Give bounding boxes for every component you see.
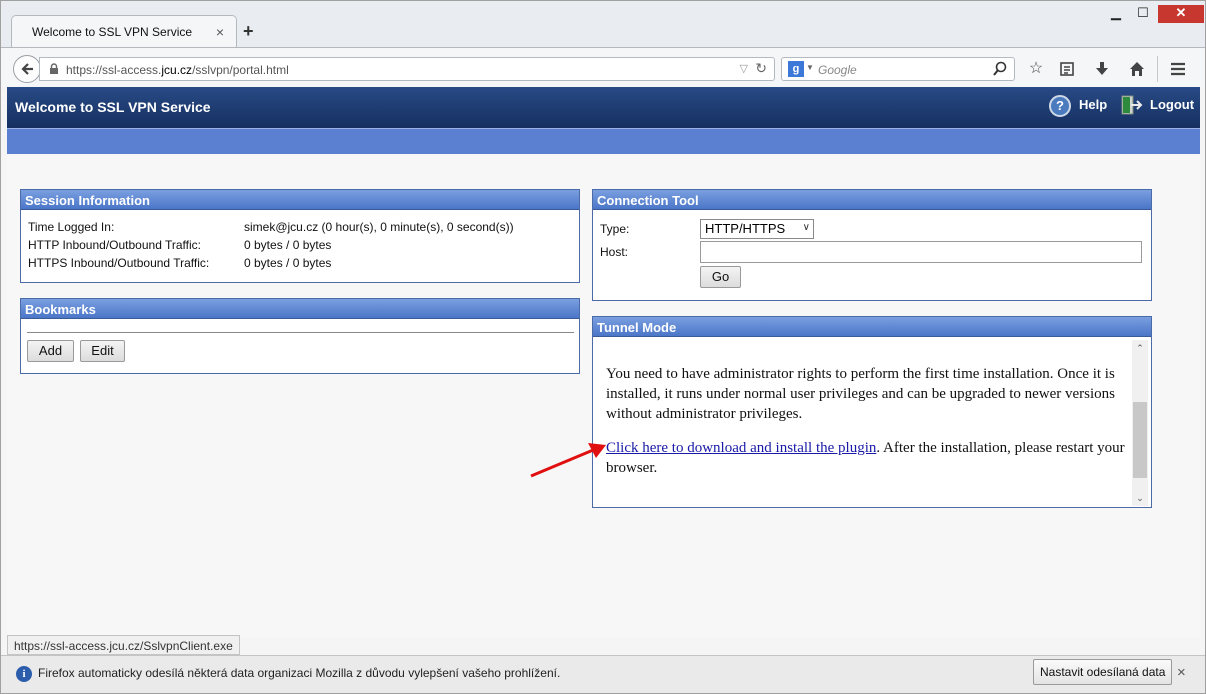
connection-tool-panel: Connection Tool Type: HTTP/HTTPS ∨ Host:…: [592, 189, 1152, 301]
help-icon[interactable]: ?: [1049, 95, 1071, 117]
search-bar[interactable]: g ▼ Google: [781, 57, 1015, 81]
session-label: HTTP Inbound/Outbound Traffic:: [28, 238, 201, 252]
reading-list-icon[interactable]: [1056, 58, 1078, 80]
host-label: Host:: [600, 245, 629, 259]
notification-bar: i Firefox automaticky odesílá některá da…: [1, 655, 1205, 693]
tab-bar: Welcome to SSL VPN Service × + ▁ ☐ ✕: [1, 1, 1205, 48]
reload-icon[interactable]: ↻: [755, 60, 767, 77]
go-button[interactable]: Go: [700, 266, 741, 288]
data-settings-button[interactable]: Nastavit odesílaná data: [1033, 659, 1173, 685]
search-placeholder: Google: [818, 63, 857, 77]
search-icon[interactable]: [992, 61, 1008, 77]
notification-close-icon[interactable]: ×: [1177, 664, 1186, 681]
back-arrow-icon[interactable]: [13, 55, 41, 83]
type-label: Type:: [600, 222, 630, 236]
maximize-icon[interactable]: ☐: [1129, 5, 1157, 23]
page-title: Welcome to SSL VPN Service: [15, 99, 211, 115]
bookmarks-heading: Bookmarks: [21, 299, 579, 319]
session-info-panel: Session Information Time Logged In: sime…: [20, 189, 580, 283]
tunnel-mode-panel: Tunnel Mode ▔ ▔▔▔▔▔▔ You need to have ad…: [592, 316, 1152, 508]
bookmark-star-icon[interactable]: ☆: [1025, 58, 1047, 80]
url-dropdown-icon[interactable]: ▽: [740, 62, 748, 75]
session-value: 0 bytes / 0 bytes: [244, 256, 332, 270]
session-label: Time Logged In:: [28, 220, 115, 234]
scrollbar-thumb[interactable]: [1133, 402, 1147, 478]
download-icon[interactable]: [1091, 58, 1113, 80]
download-plugin-link[interactable]: Click here to download and install the p…: [606, 440, 876, 456]
tunnel-download-paragraph: Click here to download and install the p…: [606, 438, 1126, 478]
logout-icon[interactable]: [1119, 93, 1143, 117]
edit-bookmark-button[interactable]: Edit: [80, 340, 125, 362]
navigation-bar: https://ssl-access.jcu.cz/sslvpn/portal.…: [1, 47, 1205, 87]
scroll-up-icon[interactable]: ⌃: [1132, 340, 1148, 356]
app-subheader-strip: [7, 128, 1200, 154]
notification-text: Firefox automaticky odesílá některá data…: [38, 666, 561, 680]
tab-active[interactable]: Welcome to SSL VPN Service ×: [11, 15, 237, 48]
type-select[interactable]: HTTP/HTTPS ∨: [700, 219, 814, 239]
menu-icon[interactable]: [1167, 58, 1189, 80]
status-bar-link: https://ssl-access.jcu.cz/SslvpnClient.e…: [7, 635, 240, 655]
bookmarks-divider: [27, 332, 574, 333]
tab-title: Welcome to SSL VPN Service: [32, 25, 193, 39]
session-value: simek@jcu.cz (0 hour(s), 0 minute(s), 0 …: [244, 220, 514, 234]
logout-link[interactable]: Logout: [1150, 97, 1194, 112]
session-value: 0 bytes / 0 bytes: [244, 238, 332, 252]
scroll-down-icon[interactable]: ⌄: [1132, 490, 1148, 506]
engine-dropdown-icon[interactable]: ▼: [806, 63, 814, 72]
red-arrow-annotation: [530, 443, 606, 478]
clipped-text-fragment: ▔ ▔▔▔▔▔▔: [605, 338, 716, 347]
bookmarks-panel: Bookmarks Add Edit: [20, 298, 580, 374]
session-info-heading: Session Information: [21, 190, 579, 210]
window-close-icon[interactable]: ✕: [1158, 5, 1204, 23]
browser-window: Welcome to SSL VPN Service × + ▁ ☐ ✕ htt…: [0, 0, 1206, 694]
minimize-icon[interactable]: ▁: [1102, 5, 1130, 23]
tab-close-icon[interactable]: ×: [216, 24, 224, 40]
home-icon[interactable]: [1126, 58, 1148, 80]
host-input[interactable]: [700, 241, 1142, 263]
lock-icon: [50, 63, 58, 74]
session-label: HTTPS Inbound/Outbound Traffic:: [28, 256, 210, 270]
connection-tool-heading: Connection Tool: [593, 190, 1151, 210]
tunnel-scrollbar[interactable]: ⌃ ⌄: [1132, 340, 1148, 506]
type-select-value: HTTP/HTTPS: [705, 221, 786, 236]
new-tab-icon[interactable]: +: [243, 21, 254, 42]
info-icon: i: [16, 666, 32, 682]
url-text: https://ssl-access.jcu.cz/sslvpn/portal.…: [66, 63, 289, 77]
url-bar[interactable]: https://ssl-access.jcu.cz/sslvpn/portal.…: [39, 57, 775, 81]
add-bookmark-button[interactable]: Add: [27, 340, 74, 362]
tunnel-mode-content: ▔ ▔▔▔▔▔▔ You need to have administrator …: [593, 338, 1133, 508]
toolbar-separator: [1157, 56, 1158, 82]
google-engine-icon[interactable]: g: [788, 61, 804, 77]
chevron-down-icon: ∨: [802, 222, 810, 233]
help-link[interactable]: Help: [1079, 97, 1107, 112]
app-header: Welcome to SSL VPN Service ? Help Logout: [7, 87, 1200, 128]
tunnel-mode-heading: Tunnel Mode: [593, 317, 1151, 337]
tunnel-instructions: You need to have administrator rights to…: [606, 366, 1116, 422]
